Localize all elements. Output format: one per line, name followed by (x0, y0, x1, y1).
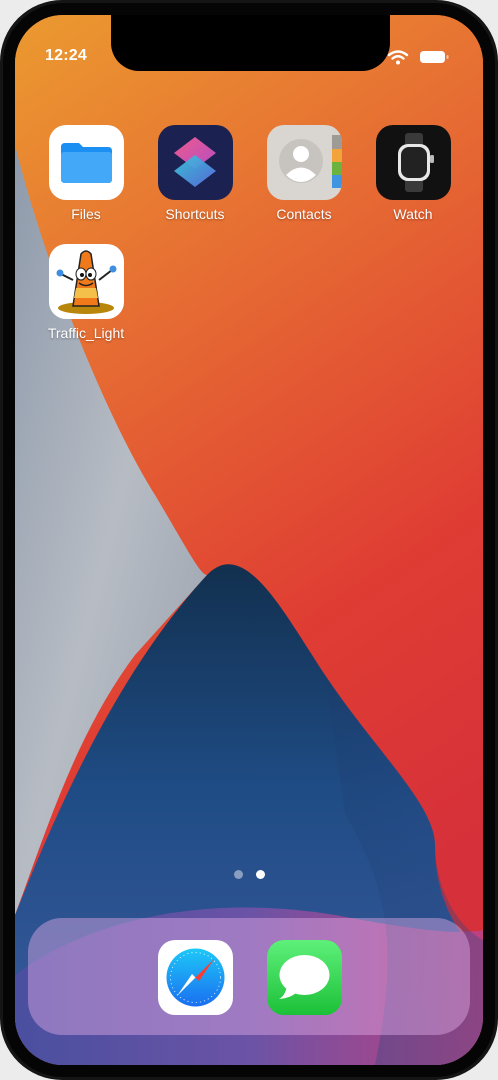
notch (111, 15, 390, 71)
contacts-icon (266, 125, 342, 200)
phone-frame: 12:24 Files Shortcuts Contacts Watch Tra… (0, 0, 498, 1080)
status-time: 12:24 (45, 47, 87, 64)
app-label: Files (71, 206, 101, 222)
app-traffic-light[interactable]: Traffic_Light (36, 244, 136, 341)
home-screen: 12:24 Files Shortcuts Contacts Watch Tra… (15, 15, 483, 1065)
app-watch[interactable]: Watch (363, 125, 463, 222)
dock (28, 918, 470, 1035)
app-label: Traffic_Light (47, 325, 125, 341)
status-icons (387, 50, 449, 65)
messages-icon[interactable] (267, 940, 342, 1015)
page-dot-current[interactable] (256, 870, 265, 879)
page-indicator[interactable] (232, 870, 272, 880)
app-label: Shortcuts (165, 206, 225, 222)
safari-icon[interactable] (158, 940, 233, 1015)
files-icon (48, 125, 124, 200)
shortcuts-icon (157, 125, 233, 200)
app-label: Contacts (276, 206, 332, 222)
traffic-cone-icon (48, 244, 124, 319)
page-dot[interactable] (234, 870, 243, 879)
app-contacts[interactable]: Contacts (254, 125, 354, 222)
battery-icon (420, 51, 449, 63)
app-shortcuts[interactable]: Shortcuts (145, 125, 245, 222)
app-label: Watch (393, 206, 433, 222)
wifi-icon (387, 50, 409, 65)
app-files[interactable]: Files (36, 125, 136, 222)
watch-icon (375, 125, 451, 200)
